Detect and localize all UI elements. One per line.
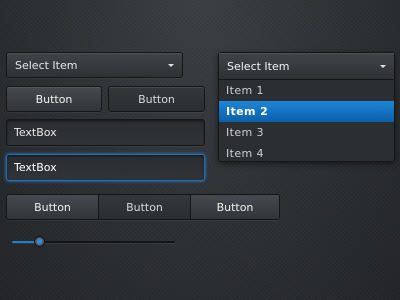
button-1[interactable]: Button xyxy=(6,86,102,112)
dropdown-item[interactable]: Item 2 xyxy=(219,101,394,122)
segment-button-3[interactable]: Button xyxy=(190,195,279,219)
select-item-dropdown: Select Item Item 1 Item 2 Item 3 Item 4 xyxy=(218,52,395,162)
slider-thumb[interactable] xyxy=(34,236,46,247)
textbox-2-focused[interactable]: TextBox xyxy=(6,154,205,181)
dropdown-item[interactable]: Item 4 xyxy=(219,143,394,164)
dropdown-header[interactable]: Select Item xyxy=(219,53,394,80)
select-item-combobox[interactable]: Select Item xyxy=(6,52,183,78)
textbox-2-value: TextBox xyxy=(14,161,57,174)
dropdown-item[interactable]: Item 1 xyxy=(219,80,394,101)
chevron-down-icon xyxy=(168,63,174,67)
segmented-button-group: Button Button Button xyxy=(6,194,280,220)
textbox-1[interactable]: TextBox xyxy=(6,119,205,146)
dropdown-header-label: Select Item xyxy=(227,59,290,73)
dropdown-item[interactable]: Item 3 xyxy=(219,122,394,143)
segment-button-2[interactable]: Button xyxy=(98,195,190,219)
chevron-down-icon xyxy=(380,64,386,68)
combobox-label: Select Item xyxy=(15,58,78,72)
textbox-1-value: TextBox xyxy=(14,126,57,139)
button-2[interactable]: Button xyxy=(108,86,205,112)
segment-button-1[interactable]: Button xyxy=(7,195,98,219)
